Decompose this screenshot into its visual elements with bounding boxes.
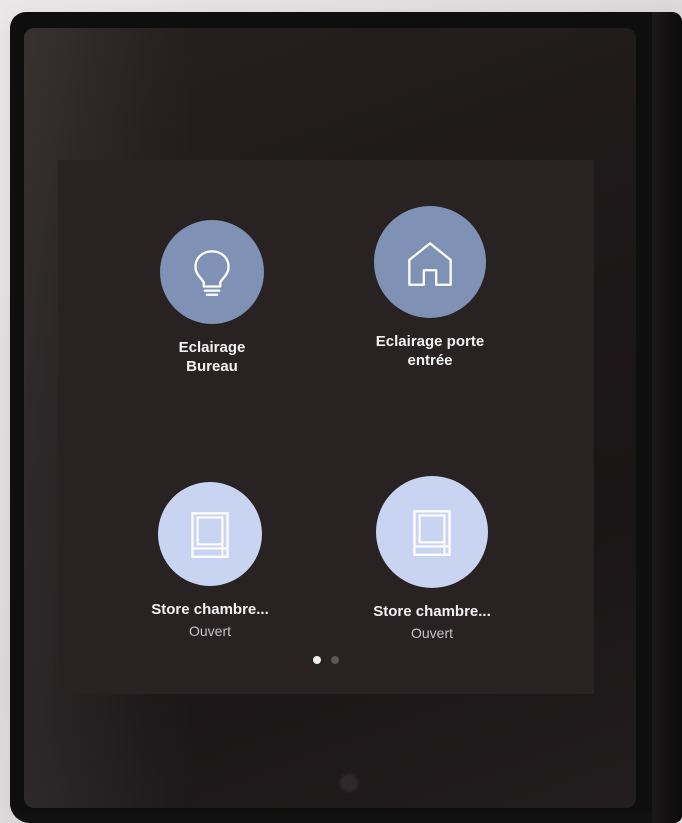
tile-state: Ouvert xyxy=(188,623,231,639)
wall-touch-panel: Eclairage Bureau Eclairage porte entrée xyxy=(10,12,682,823)
lightbulb-icon xyxy=(194,250,230,296)
tile-label: Store chambre... xyxy=(151,601,269,618)
tile-label: Eclairage porte entrée xyxy=(375,333,485,369)
window-blind-icon xyxy=(413,510,451,556)
tile-state: Ouvert xyxy=(410,625,453,641)
house-icon xyxy=(408,242,452,286)
tile-store-chambre-2[interactable]: Store chambre... Ouvert xyxy=(342,476,522,643)
panel-glass: Eclairage Bureau Eclairage porte entrée xyxy=(24,28,636,808)
tile-label: Eclairage Bureau xyxy=(178,339,246,375)
tile-button-eclairage-porte-entree[interactable] xyxy=(374,206,486,318)
screen: Eclairage Bureau Eclairage porte entrée xyxy=(58,160,594,694)
page-dot-1[interactable] xyxy=(313,656,321,664)
page-indicator xyxy=(302,656,350,666)
window-blind-icon xyxy=(191,512,229,558)
proximity-sensor xyxy=(342,776,356,790)
panel-side-edge xyxy=(652,12,682,823)
tile-button-store-chambre-1[interactable] xyxy=(158,482,262,586)
page-dot-2[interactable] xyxy=(331,656,339,664)
tile-eclairage-bureau[interactable]: Eclairage Bureau xyxy=(122,220,302,376)
tile-button-eclairage-bureau[interactable] xyxy=(160,220,264,324)
tile-eclairage-porte-entree[interactable]: Eclairage porte entrée xyxy=(340,206,520,370)
tile-label: Store chambre... xyxy=(373,603,491,620)
tile-store-chambre-1[interactable]: Store chambre... Ouvert xyxy=(120,482,300,641)
tile-button-store-chambre-2[interactable] xyxy=(376,476,488,588)
